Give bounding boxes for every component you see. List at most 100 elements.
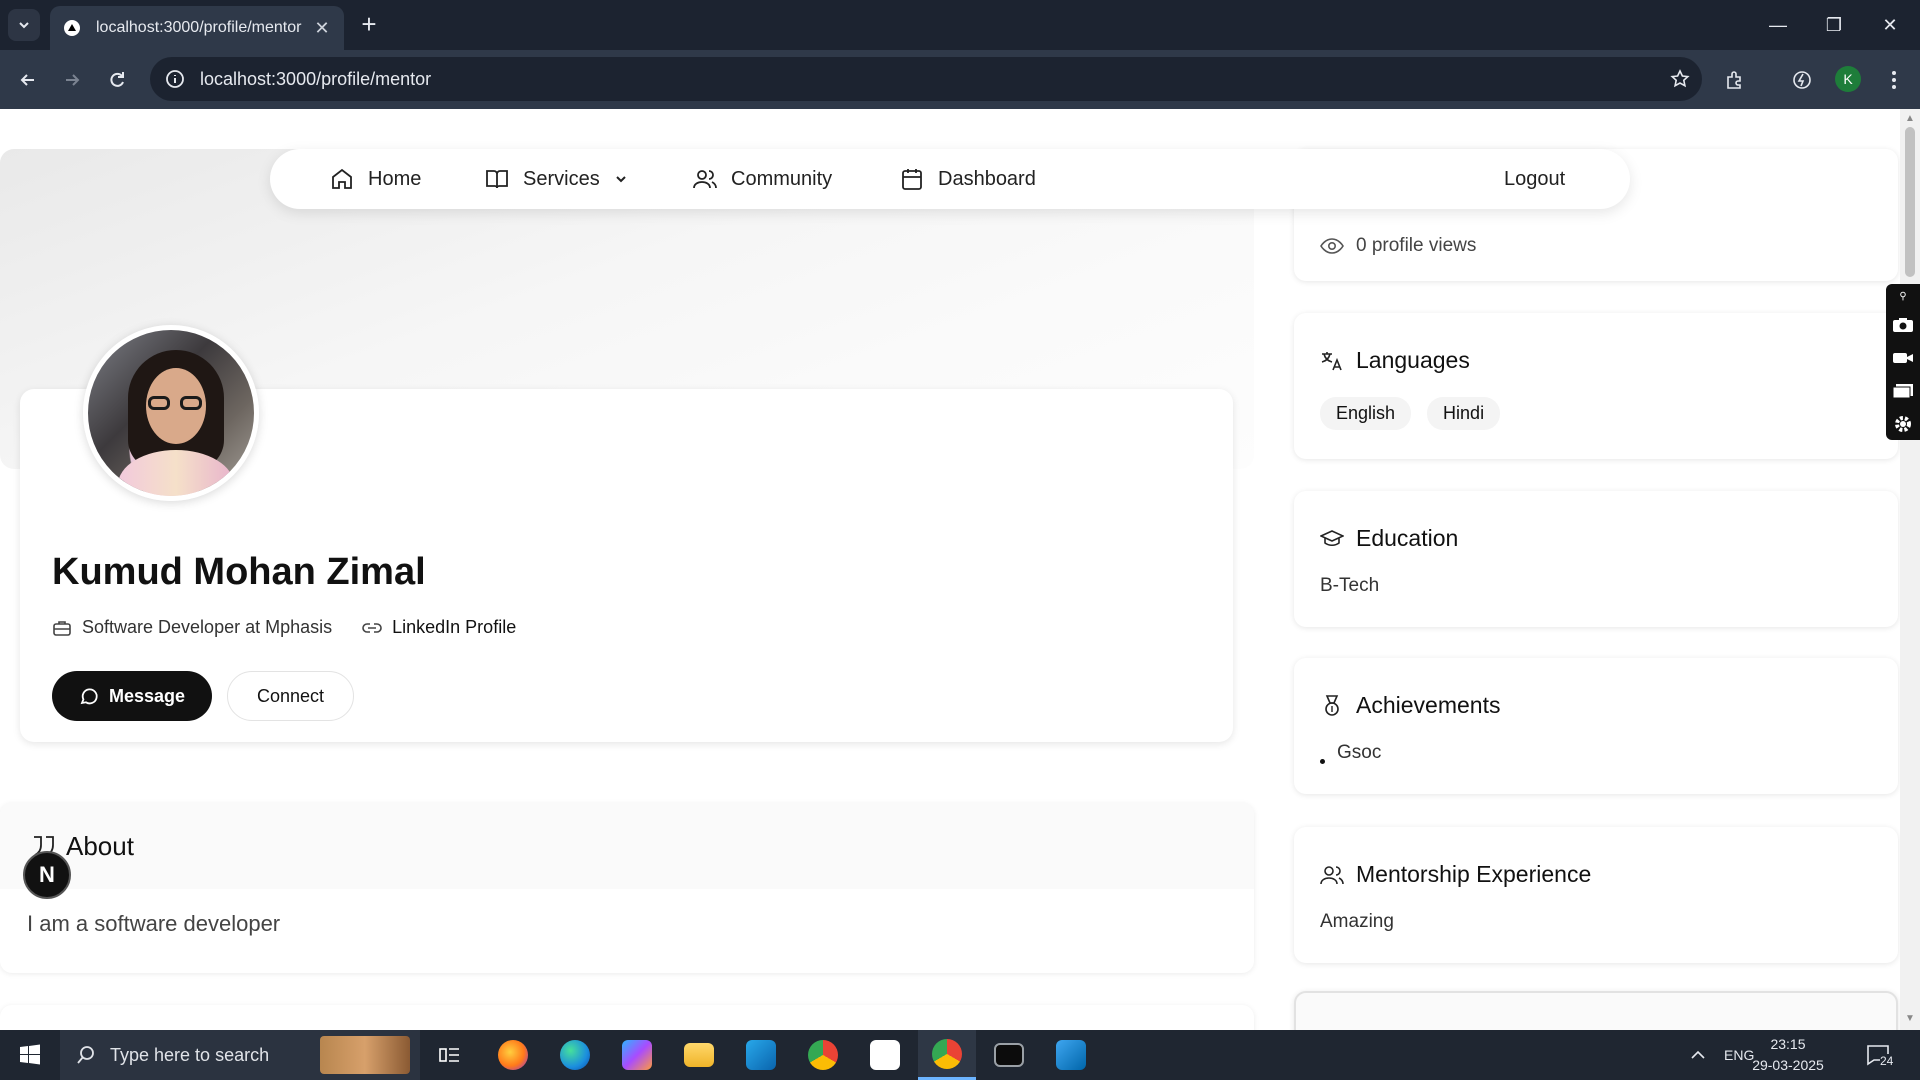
vscode-icon[interactable] [1042,1030,1100,1080]
scroll-up-icon[interactable]: ▲ [1905,113,1915,124]
home-icon [332,168,352,189]
education-card: Education B-Tech [1294,491,1898,627]
minimize-button[interactable]: — [1750,0,1806,50]
chrome-icon[interactable] [794,1030,852,1080]
profile-views-text: 0 profile views [1356,235,1477,256]
education-header: Education [1320,525,1458,552]
role-item: Software Developer at Mphasis [52,617,332,638]
taskbar-search[interactable]: Type here to search [60,1030,420,1080]
profile-meta: Software Developer at Mphasis LinkedIn P… [52,617,546,638]
briefcase-icon [53,620,71,636]
browser-tab[interactable]: localhost:3000/profile/mentor ✕ [50,6,344,50]
chevron-down-icon [19,22,29,29]
nav-services-label: Services [523,167,600,190]
achievements-list: Gsoc [1320,742,1381,764]
reload-button[interactable] [101,64,133,96]
bullet-dot [1320,759,1325,764]
education-title: Education [1356,525,1459,551]
chrome-profile-icon[interactable] [918,1030,976,1080]
achievements-header: Achievements [1320,692,1500,719]
language-chip: English [1320,397,1412,430]
back-button[interactable] [12,64,44,96]
scroll-thumb[interactable] [1905,127,1915,277]
arrow-left-icon [20,74,34,86]
calendar-icon [902,169,922,190]
page-scrollbar[interactable]: ▲ ▼ [1900,109,1920,1030]
profile-views: 0 profile views [1320,235,1476,257]
arrow-right-icon [66,74,80,86]
new-tab-button[interactable]: + [354,10,384,40]
achievements-title: Achievements [1356,692,1501,718]
copilot-icon[interactable] [608,1030,666,1080]
medal-icon [1325,694,1339,716]
file-explorer-icon[interactable] [670,1030,728,1080]
taskbar-clock[interactable]: 23:15 29-03-2025 [1748,1034,1828,1076]
logout-button[interactable]: Logout [1504,149,1565,209]
book-open-icon [486,170,508,189]
about-title: About [66,830,134,861]
languages-icon [1321,351,1342,370]
tray-overflow-icon[interactable] [1690,1030,1706,1080]
video-camera-icon[interactable] [1886,341,1920,374]
firefox-icon[interactable] [484,1030,542,1080]
browser-tab-bar: localhost:3000/profile/mentor ✕ + — ❐ ✕ [0,0,1920,50]
restore-button[interactable]: ❐ [1806,0,1862,50]
window-icon[interactable] [1886,374,1920,407]
nav-home[interactable]: Home [330,149,421,209]
url-text: localhost:3000/profile/mentor [200,68,432,89]
close-window-button[interactable]: ✕ [1862,0,1918,50]
role-text: Software Developer at Mphasis [82,617,333,637]
bookmark-star-icon[interactable] [1658,69,1702,89]
pin-icon[interactable]: ⚲ [1886,284,1920,308]
nav-community-label: Community [731,167,833,190]
scroll-down-icon[interactable]: ▼ [1905,1013,1915,1024]
edge-icon[interactable] [546,1030,604,1080]
settings-gear-icon[interactable] [1886,407,1920,440]
camera-icon[interactable] [1886,308,1920,341]
profile-avatar[interactable]: K [1835,66,1861,92]
top-navbar: Home Services Community Dashboard Logout [270,149,1630,209]
languages-header: Languages [1320,347,1470,374]
start-button[interactable] [0,1030,60,1080]
mentorship-card: Mentorship Experience Amazing [1294,827,1898,963]
users-icon [1320,865,1344,884]
languages-list: English Hindi [1320,397,1516,430]
languages-title: Languages [1356,347,1470,373]
tab-close-icon[interactable]: ✕ [312,18,332,39]
nav-community[interactable]: Community [693,149,832,209]
address-bar[interactable]: localhost:3000/profile/mentor [150,57,1702,101]
task-view-icon[interactable] [421,1030,479,1080]
about-section: About I am a software developer [0,803,1254,973]
linkedin-text: LinkedIn Profile [392,617,517,637]
mentorship-value: Amazing [1320,911,1394,932]
linkedin-link[interactable]: LinkedIn Profile [362,617,516,638]
search-placeholder: Type here to search [110,1044,270,1065]
windows-taskbar: Type here to search ENG 23:15 29-03-2025… [0,1030,1920,1080]
connect-button[interactable]: Connect [227,671,354,721]
eye-icon [1320,238,1344,254]
performance-icon[interactable] [1786,64,1818,96]
notification-count: 24 [1880,1054,1894,1068]
nav-services[interactable]: Services [485,149,628,209]
windows-logo-icon [20,1044,40,1065]
message-button[interactable]: Message [52,671,212,721]
terminal-icon[interactable] [980,1030,1038,1080]
info-icon[interactable] [164,68,186,90]
outlook-icon[interactable] [732,1030,790,1080]
extension-side-toolbar: ⚲ [1886,284,1920,440]
menu-kebab-icon[interactable] [1878,64,1910,96]
search-icon [77,1046,94,1064]
reload-icon [110,72,124,87]
tab-search-button[interactable] [8,9,40,41]
extensions-icon[interactable] [1719,64,1751,96]
languages-card: Languages English Hindi [1294,313,1898,459]
nav-dashboard[interactable]: Dashboard [900,149,1036,209]
browser-toolbar: localhost:3000/profile/mentor [0,50,1920,109]
about-text: I am a software developer [27,911,281,936]
next-sidebar-card [1294,991,1898,1030]
writer-app-icon[interactable] [856,1030,914,1080]
vercel-triangle-icon [62,18,82,38]
forward-button[interactable] [56,64,88,96]
notifications-button[interactable]: 24 [1866,1030,1894,1080]
nextjs-dev-badge[interactable]: N [23,851,71,899]
